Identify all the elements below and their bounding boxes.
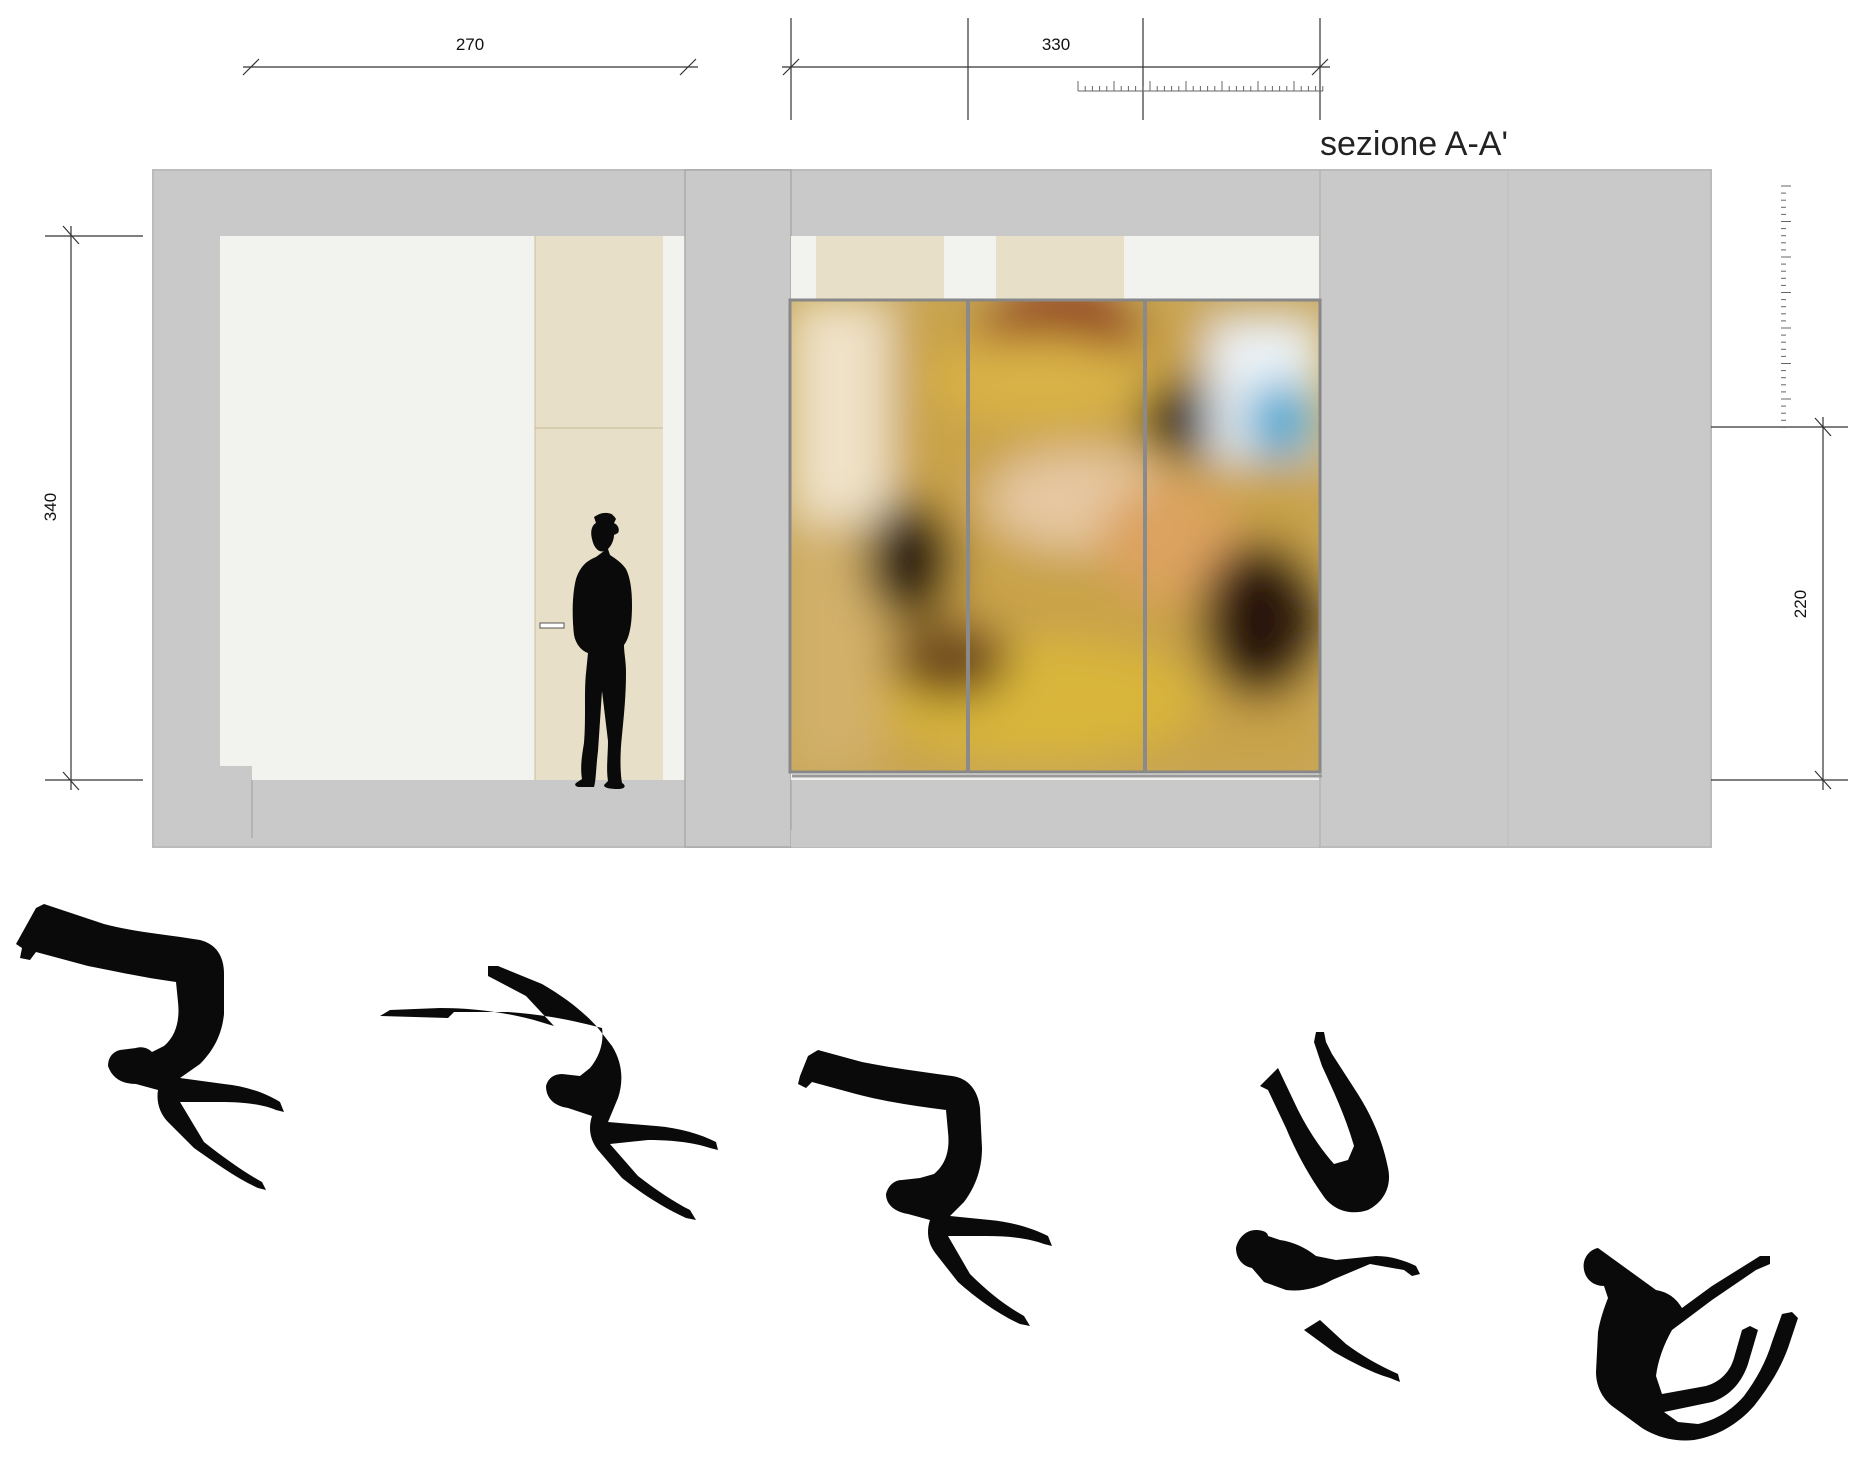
door-handle-icon bbox=[539, 622, 565, 629]
upper-panel-1 bbox=[816, 236, 944, 300]
upper-panel-2 bbox=[996, 236, 1124, 300]
gymnast-pose-5-icon bbox=[1583, 1248, 1798, 1441]
glass-panels bbox=[788, 298, 1322, 778]
dimension-270-label: 270 bbox=[456, 35, 484, 54]
gymnast-sequence bbox=[16, 904, 1798, 1441]
central-pillar bbox=[684, 169, 792, 848]
dimension-220-label: 220 bbox=[1791, 590, 1810, 618]
section-drawing: 270 330 sezione A-A' 340 220 bbox=[16, 18, 1848, 1441]
gymnast-pose-4-icon bbox=[1236, 1032, 1420, 1382]
gymnast-pose-2-icon bbox=[380, 966, 718, 1220]
gymnast-pose-3-icon bbox=[798, 1050, 1052, 1326]
dimension-340-label: 340 bbox=[41, 493, 60, 521]
top-ruler bbox=[1077, 81, 1324, 92]
right-dimension-group bbox=[1711, 417, 1848, 790]
dimension-330-label: 330 bbox=[1042, 35, 1070, 54]
section-title: sezione A-A' bbox=[1320, 125, 1508, 163]
gymnast-pose-1-icon bbox=[16, 904, 284, 1190]
top-dimension-group bbox=[242, 18, 1330, 120]
right-ruler bbox=[1781, 185, 1791, 428]
